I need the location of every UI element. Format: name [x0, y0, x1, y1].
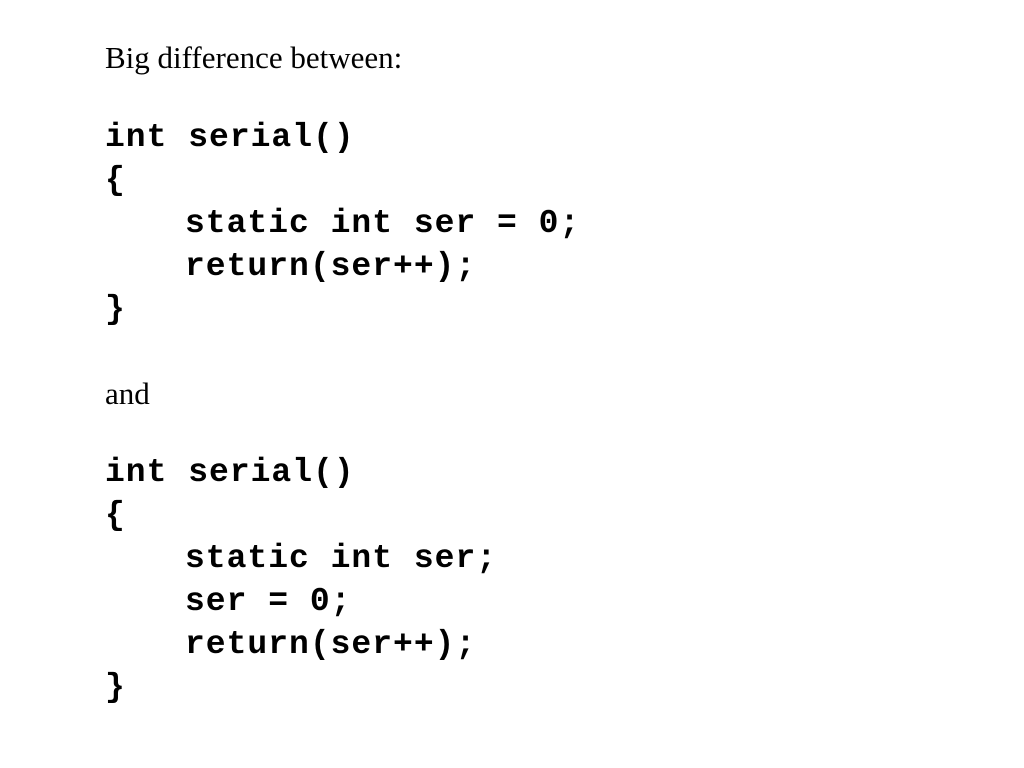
static-declaration: static int ser; — [185, 540, 498, 577]
slide: Big difference between: int serial() { s… — [0, 0, 1024, 768]
intro-text: Big difference between: — [105, 40, 403, 75]
return-statement: return(ser++); — [185, 248, 477, 285]
close-brace: } — [105, 291, 126, 328]
function-signature: int serial() — [105, 119, 355, 156]
open-brace: { — [105, 497, 126, 534]
open-brace: { — [105, 162, 126, 199]
connector-text: and — [105, 376, 150, 411]
code-snippet-second: int serial() { static int ser; ser = 0; … — [105, 451, 497, 709]
code-snippet-first: int serial() { static int ser = 0; retur… — [105, 116, 580, 331]
return-statement: return(ser++); — [185, 626, 477, 663]
assignment-statement: ser = 0; — [185, 583, 352, 620]
static-declaration-with-init: static int ser = 0; — [185, 205, 581, 242]
function-signature: int serial() — [105, 454, 355, 491]
close-brace: } — [105, 669, 126, 706]
